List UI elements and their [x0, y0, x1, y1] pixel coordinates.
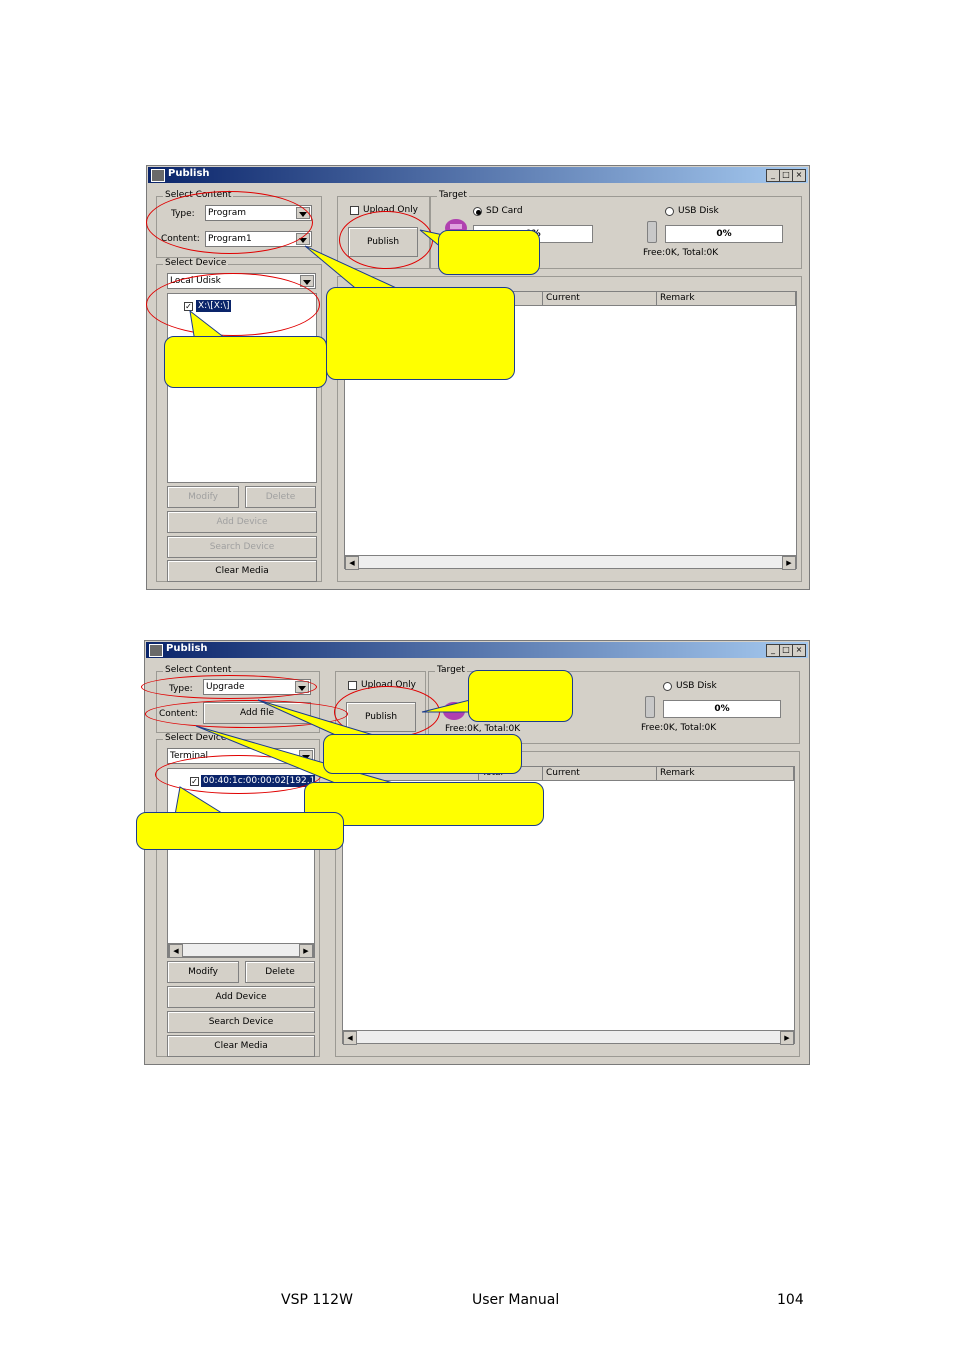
- callout-tail-device: [174, 786, 227, 816]
- footer-model: VSP 112W: [281, 1292, 353, 1308]
- footer-page-number: 104: [777, 1292, 804, 1308]
- callout-device: [136, 812, 344, 850]
- callout-publish: [468, 670, 573, 722]
- footer-manual: User Manual: [472, 1292, 560, 1308]
- callout-type: [323, 734, 522, 774]
- callout-tail-publish: [421, 699, 471, 713]
- callout-tail-type: [257, 699, 381, 738]
